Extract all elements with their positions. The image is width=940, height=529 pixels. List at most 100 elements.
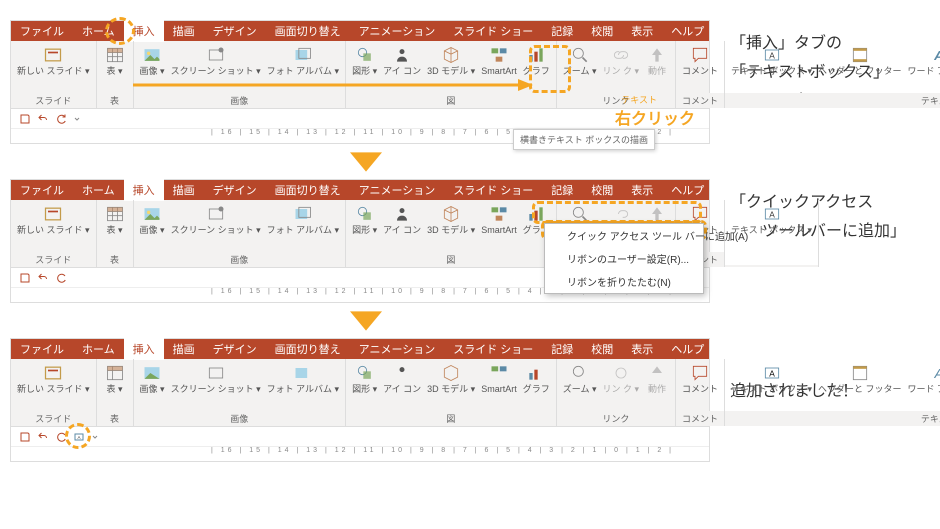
album-button[interactable]: フォト アルバム ▾ — [264, 363, 342, 395]
new-slide-button[interactable]: 新しい スライド ▾ — [14, 45, 93, 77]
tab-review[interactable]: 校閲 — [582, 20, 622, 42]
save-icon[interactable] — [19, 431, 31, 443]
tab-help[interactable]: ヘルプ — [662, 338, 713, 360]
tab-draw[interactable]: 描画 — [164, 179, 204, 201]
tab-insert[interactable]: 挿入 — [124, 179, 164, 201]
header-footer-button[interactable]: ヘッダーと フッター — [815, 45, 905, 77]
cube-icon — [441, 45, 461, 65]
save-icon[interactable] — [19, 272, 31, 284]
3d-models-button[interactable]: 3D モデル ▾ — [424, 363, 478, 395]
tab-help[interactable]: ヘルプ — [662, 20, 713, 42]
tab-animations[interactable]: アニメーション — [350, 179, 445, 201]
shapes-button[interactable]: 図形 ▾ — [349, 45, 380, 77]
comment-button[interactable]: コメント — [679, 363, 721, 395]
tab-review[interactable]: 校閲 — [582, 338, 622, 360]
tab-view[interactable]: 表示 — [622, 179, 662, 201]
new-slide-button[interactable]: 新しい スライド ▾ — [14, 363, 93, 395]
comment-icon — [690, 45, 710, 65]
new-slide-button[interactable]: 新しい スライド ▾ — [14, 204, 93, 236]
tab-home[interactable]: ホーム — [73, 338, 124, 360]
qat-textbox-icon[interactable]: A — [73, 431, 85, 443]
shapes-button[interactable]: 図形 ▾ — [349, 363, 380, 395]
screenshot-button[interactable]: スクリーン ショット ▾ — [168, 363, 264, 395]
tab-file[interactable]: ファイル — [11, 338, 73, 360]
icons-button[interactable]: アイ コン — [380, 204, 424, 236]
tab-file[interactable]: ファイル — [11, 179, 73, 201]
tab-transitions[interactable]: 画面切り替え — [266, 20, 350, 42]
tab-record[interactable]: 記録 — [542, 20, 582, 42]
chart-button[interactable]: グラフ — [520, 363, 553, 395]
screenshot-button[interactable]: スクリーン ショット ▾ — [168, 45, 264, 77]
shapes-button[interactable]: 図形 ▾ — [349, 204, 380, 236]
tab-slideshow[interactable]: スライド ショー — [444, 179, 542, 201]
right-click-label: 右クリック — [615, 105, 695, 129]
smartart-button[interactable]: SmartArt — [478, 363, 520, 395]
tab-record[interactable]: 記録 — [542, 338, 582, 360]
tab-transitions[interactable]: 画面切り替え — [266, 338, 350, 360]
smartart-button[interactable]: SmartArt — [478, 45, 520, 77]
icons-button[interactable]: アイ コン — [380, 363, 424, 395]
tab-insert[interactable]: 挿入 — [124, 338, 164, 360]
wordart-button[interactable]: A ワード アート ▾ — [905, 45, 940, 77]
header-footer-button[interactable]: ヘッダーと フッター — [815, 363, 905, 395]
picture-button[interactable]: 画像 ▾ — [137, 363, 168, 395]
svg-text:A: A — [769, 209, 775, 219]
tab-draw[interactable]: 描画 — [164, 20, 204, 42]
tab-review[interactable]: 校閲 — [582, 179, 622, 201]
picture-button[interactable]: 画像 ▾ — [137, 45, 168, 77]
tab-file[interactable]: ファイル — [11, 20, 73, 42]
table-button[interactable]: 表 ▾ — [100, 204, 130, 236]
chart-button[interactable]: グラフ — [520, 45, 553, 77]
menu-add-qat[interactable]: クイック アクセス ツール バーに追加(A) — [545, 224, 703, 247]
tab-view[interactable]: 表示 — [622, 338, 662, 360]
undo-icon[interactable] — [37, 113, 49, 125]
save-icon[interactable] — [19, 113, 31, 125]
zoom-button[interactable]: ズーム ▾ — [560, 363, 600, 395]
undo-icon[interactable] — [37, 272, 49, 284]
link-button[interactable]: リン ク ▾ — [599, 363, 642, 395]
tab-design[interactable]: デザイン — [204, 179, 266, 201]
zoom-button[interactable]: ズーム ▾ — [560, 45, 600, 77]
tab-insert[interactable]: 挿入 — [124, 20, 164, 42]
album-button[interactable]: フォト アルバム ▾ — [264, 45, 342, 77]
tab-slideshow[interactable]: スライド ショー — [444, 20, 542, 42]
tab-transitions[interactable]: 画面切り替え — [266, 179, 350, 201]
action-button[interactable]: 動作 — [642, 45, 672, 77]
textbox-button[interactable]: Aテキスト ボックス ▾ — [728, 363, 815, 395]
tab-home[interactable]: ホーム — [73, 20, 124, 42]
tab-home[interactable]: ホーム — [73, 179, 124, 201]
tab-help[interactable]: ヘルプ — [662, 179, 713, 201]
tab-slideshow[interactable]: スライド ショー — [444, 338, 542, 360]
table-button[interactable]: 表 ▾ — [100, 363, 130, 395]
menu-collapse-ribbon[interactable]: リボンを折りたたむ(N) — [545, 270, 703, 293]
repeat-icon[interactable] — [55, 113, 67, 125]
link-button[interactable]: リン ク ▾ — [599, 45, 642, 77]
3d-models-button[interactable]: 3D モデル ▾ — [424, 204, 478, 236]
lightbulb-icon — [719, 26, 722, 36]
wordart-button[interactable]: Aワード アート ▾ — [905, 363, 940, 395]
repeat-icon[interactable] — [55, 431, 67, 443]
screenshot-button[interactable]: スクリーン ショット ▾ — [168, 204, 264, 236]
tab-design[interactable]: デザイン — [204, 20, 266, 42]
tab-animations[interactable]: アニメーション — [350, 338, 445, 360]
dropdown-icon[interactable] — [73, 113, 81, 125]
icons-button[interactable]: アイ コン — [380, 45, 424, 77]
undo-icon[interactable] — [37, 431, 49, 443]
dropdown-icon[interactable] — [91, 431, 99, 443]
textbox-button[interactable]: A テキスト ボックス ▾ — [728, 45, 815, 77]
table-button[interactable]: 表 ▾ — [100, 45, 130, 77]
tab-view[interactable]: 表示 — [622, 20, 662, 42]
menu-customize-ribbon[interactable]: リボンのユーザー設定(R)... — [545, 247, 703, 270]
group-comments: コメント コメント — [676, 41, 725, 108]
tab-animations[interactable]: アニメーション — [350, 20, 445, 42]
tab-draw[interactable]: 描画 — [164, 338, 204, 360]
smartart-button[interactable]: SmartArt — [478, 204, 520, 236]
3d-models-button[interactable]: 3D モデル ▾ — [424, 45, 478, 77]
album-button[interactable]: フォト アルバム ▾ — [264, 204, 342, 236]
tab-design[interactable]: デザイン — [204, 338, 266, 360]
action-button[interactable]: 動作 — [642, 363, 672, 395]
comment-button[interactable]: コメント — [679, 45, 721, 77]
tab-record[interactable]: 記録 — [542, 179, 582, 201]
picture-button[interactable]: 画像 ▾ — [137, 204, 168, 236]
repeat-icon[interactable] — [55, 272, 67, 284]
